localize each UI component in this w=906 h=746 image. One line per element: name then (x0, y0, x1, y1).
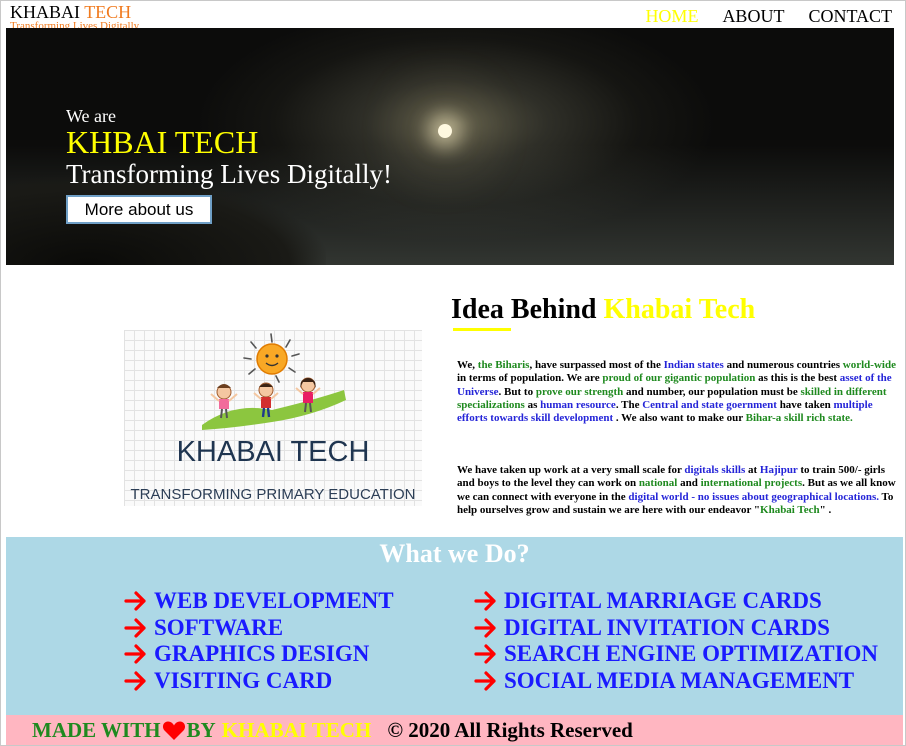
arrow-right-icon (474, 618, 496, 638)
khabai-tech-logo-image: KHABAI TECH TRANSFORMING PRIMARY EDUCATI… (124, 330, 422, 506)
arrow-right-icon (124, 591, 146, 611)
arrow-right-icon (124, 618, 146, 638)
service-label: DIGITAL MARRIAGE CARDS (504, 588, 822, 614)
logo-subtitle: TRANSFORMING PRIMARY EDUCATION (130, 486, 416, 503)
footer-copyright: © 2020 All Rights Reserved (387, 717, 633, 742)
arrow-right-icon (474, 671, 496, 691)
site-brand[interactable]: KHABAI TECH Transforming Lives Digitally (10, 2, 139, 28)
hero-subtitle: Transforming Lives Digitally! (66, 159, 392, 189)
paragraph-text: and (677, 477, 701, 490)
nav-home[interactable]: HOME (645, 6, 698, 27)
services-section: What we Do? WEB DEVELOPMENT SOFTWARE GRA… (6, 537, 903, 715)
main-nav: HOME ABOUT CONTACT (645, 6, 892, 27)
footer-credit: MADE WITH BY KHABAI TECH © 2020 All Righ… (32, 715, 633, 745)
footer-made-with: MADE WITH (32, 717, 161, 742)
kids-sun-illustration (202, 333, 346, 430)
paragraph-text: . But to (498, 385, 536, 398)
highlighted-phrase: Central and state goernment (642, 398, 777, 411)
service-label: GRAPHICS DESIGN (154, 641, 370, 667)
arrow-right-icon (474, 591, 496, 611)
idea-paragraph-1: We, the Biharis, have surpassed most of … (457, 359, 897, 425)
highlighted-phrase: the Biharis (477, 359, 530, 371)
service-label: VISITING CARD (154, 667, 333, 693)
idea-paragraph-2: We have taken up work at a very small sc… (457, 464, 897, 517)
paragraph-text: as (524, 398, 541, 411)
service-label: SOFTWARE (154, 614, 284, 640)
paragraph-text: in terms of population. We are (457, 372, 603, 385)
arrow-right-icon (474, 644, 496, 664)
service-item[interactable]: GRAPHICS DESIGN (124, 641, 394, 668)
paragraph-text: at (745, 464, 760, 476)
service-label: WEB DEVELOPMENT (154, 588, 394, 614)
brand-name-main: KHABAI (10, 2, 80, 22)
paragraph-text: , have surpassed most of the (529, 359, 664, 371)
paragraph-text: . The (615, 398, 643, 411)
service-item[interactable]: SOFTWARE (124, 615, 394, 642)
service-label: SOCIAL MEDIA MANAGEMENT (504, 667, 855, 693)
hero-title: KHBAI TECH (66, 124, 259, 160)
brand-tagline: Transforming Lives Digitally (10, 20, 140, 28)
highlighted-phrase: human resource (540, 398, 616, 411)
idea-heading-main: Idea Behind (451, 294, 597, 325)
paragraph-text: . We also want to make our (613, 412, 746, 425)
paragraph-text: and number, our population must be (623, 385, 801, 398)
service-item[interactable]: SOCIAL MEDIA MANAGEMENT (474, 668, 878, 695)
paragraph-text: as this is the best (755, 372, 840, 385)
highlighted-phrase: proud of our gigantic population (602, 372, 756, 385)
paragraph-text: " . (819, 503, 832, 516)
paragraph-text: We, (457, 359, 478, 371)
service-item[interactable]: DIGITAL INVITATION CARDS (474, 615, 878, 642)
idea-heading: Idea Behind Khabai Tech (451, 294, 755, 326)
paragraph-text: We have taken up work at a very small sc… (457, 464, 685, 476)
nav-about[interactable]: ABOUT (722, 6, 784, 27)
footer-by: BY (186, 717, 216, 742)
hero-banner: We are KHBAI TECH Transforming Lives Dig… (6, 28, 894, 265)
highlighted-phrase: digital world - no issues about geograph… (628, 490, 879, 503)
services-title: What we Do? (379, 539, 530, 568)
highlighted-phrase: Bihar-a skill rich state. (745, 412, 853, 425)
brand-name-accent: TECH (84, 2, 132, 22)
logo-title: KHABAI TECH (176, 436, 370, 468)
highlighted-phrase: digitals skills (684, 464, 746, 476)
footer-brand: KHABAI TECH (221, 717, 372, 742)
more-about-us-button[interactable]: More about us (66, 195, 212, 224)
highlighted-phrase: national (638, 477, 678, 490)
moon-glow (438, 124, 452, 138)
site-footer: MADE WITH BY KHABAI TECH © 2020 All Righ… (6, 715, 903, 745)
highlighted-phrase: Khabai Tech (760, 503, 820, 516)
highlighted-phrase: international projects (700, 477, 803, 490)
heart-icon (162, 721, 185, 740)
idea-heading-accent: Khabai Tech (603, 294, 756, 325)
service-label: SEARCH ENGINE OPTIMIZATION (504, 641, 879, 667)
highlighted-phrase: Indian states (663, 359, 724, 371)
heading-underline (453, 328, 511, 331)
services-column-2: DIGITAL MARRIAGE CARDS DIGITAL INVITATIO… (474, 588, 878, 694)
service-label: DIGITAL INVITATION CARDS (504, 614, 830, 640)
service-item[interactable]: SEARCH ENGINE OPTIMIZATION (474, 641, 878, 668)
highlighted-phrase: prove our strength (535, 385, 624, 398)
highlighted-phrase: world-wide (842, 359, 896, 371)
arrow-right-icon (124, 671, 146, 691)
paragraph-text: and numerous countries (723, 359, 843, 371)
nav-contact[interactable]: CONTACT (808, 6, 892, 27)
paragraph-text: have taken (776, 398, 834, 411)
highlighted-phrase: Hajipur (759, 464, 798, 476)
service-item[interactable]: DIGITAL MARRIAGE CARDS (474, 588, 878, 615)
services-column-1: WEB DEVELOPMENT SOFTWARE GRAPHICS DESIGN… (124, 588, 394, 694)
service-item[interactable]: WEB DEVELOPMENT (124, 588, 394, 615)
arrow-right-icon (124, 644, 146, 664)
service-item[interactable]: VISITING CARD (124, 668, 394, 695)
